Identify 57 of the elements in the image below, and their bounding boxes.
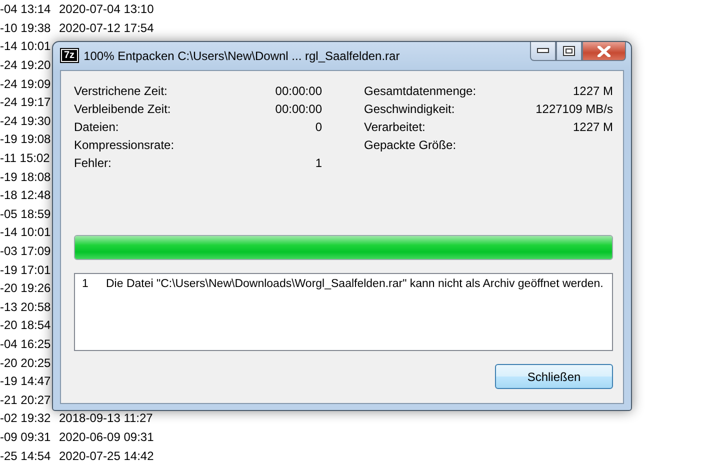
- app-icon: 7z: [61, 49, 78, 62]
- list-cell-text: -24 19:20: [0, 58, 52, 72]
- list-cell-text: -25 14:54: [0, 448, 52, 463]
- maximize-button[interactable]: [556, 42, 582, 61]
- list-cell-text: -05 18:59: [0, 206, 52, 221]
- close-button[interactable]: [582, 42, 626, 61]
- stat-label: Verstrichene Zeit:: [74, 84, 168, 98]
- list-cell-text: -24 19:17: [0, 95, 52, 110]
- list-cell-text: -19 19:08: [0, 132, 52, 146]
- stat-label: Verarbeitet:: [364, 120, 426, 134]
- list-cell-text: -11 15:02: [0, 151, 51, 166]
- list-cell-text: -10 19:38: [0, 20, 52, 35]
- stat-label: Gesamtdatenmenge:: [364, 84, 476, 98]
- window-title: 100% Entpacken C:\Users\New\Downl ... rgl_Saalfelden.rar: [84, 48, 401, 62]
- stat-value: 00:00:00: [275, 84, 322, 98]
- stat-label: Gepackte Größe:: [364, 138, 456, 152]
- stat-value: 0: [315, 120, 322, 134]
- stat-label: Geschwindigkeit:: [364, 102, 455, 116]
- stat-label: Verbleibende Zeit:: [74, 102, 171, 116]
- list-cell-text: -09 09:31: [0, 430, 52, 444]
- list-cell-text: -20 20:25: [0, 356, 52, 370]
- stat-label: Kompressionsrate:: [74, 138, 174, 152]
- close-icon: [597, 46, 611, 56]
- stat-value: 1227 M: [572, 84, 613, 98]
- list-cell-text: -20 18:54: [0, 318, 52, 332]
- list-cell: 2018-09-13 11:27: [59, 411, 153, 426]
- stat-label: Fehler:: [74, 156, 112, 170]
- list-cell-text: -19 18:08: [0, 170, 52, 184]
- list-cell-text: -18 12:48: [0, 188, 52, 202]
- list-cell-text: -24 19:09: [0, 76, 52, 91]
- stat-value: 00:00:00: [275, 102, 322, 116]
- list-cell-text: -19 17:01: [0, 262, 52, 277]
- stat-value: 1: [315, 156, 322, 170]
- list-cell-text: -03 17:09: [0, 244, 52, 258]
- list-cell-text: -19 14:47: [0, 374, 52, 388]
- list-cell: 2020-07-12 17:54: [59, 20, 154, 35]
- message-text: Die Datei "C:\Users\New\Downloads\Worgl_Saalfelden.rar" kann nicht als Archiv geöffnet werden.: [106, 278, 604, 290]
- list-cell-text: -14 10:01: [0, 225, 52, 240]
- list-cell-text: -02 19:32: [0, 411, 52, 426]
- minimize-icon: [537, 48, 549, 54]
- list-cell-text: -04 16:25: [0, 336, 52, 351]
- stat-value: 1227 M: [572, 120, 613, 134]
- message-number: 1: [82, 278, 90, 290]
- list-cell-text: -04 13:14: [0, 2, 52, 16]
- list-cell-text: -24 19:30: [0, 114, 52, 128]
- list-cell: 2020-07-04 13:10: [59, 2, 154, 16]
- stat-label: Dateien:: [74, 120, 119, 134]
- minimize-button[interactable]: [530, 42, 556, 61]
- close-dialog-button[interactable]: Schließen: [495, 364, 613, 389]
- maximize-icon: [563, 46, 575, 56]
- list-cell-text: -20 19:26: [0, 281, 52, 296]
- list-cell: 2020-07-25 14:42: [59, 448, 154, 463]
- list-cell-text: -14 10:01: [0, 39, 52, 54]
- list-cell-text: -13 20:58: [0, 300, 52, 314]
- stat-value: 1227109 MB/s: [536, 102, 613, 116]
- list-cell: 2020-06-09 09:31: [59, 430, 154, 444]
- list-cell-text: -21 20:27: [0, 392, 52, 407]
